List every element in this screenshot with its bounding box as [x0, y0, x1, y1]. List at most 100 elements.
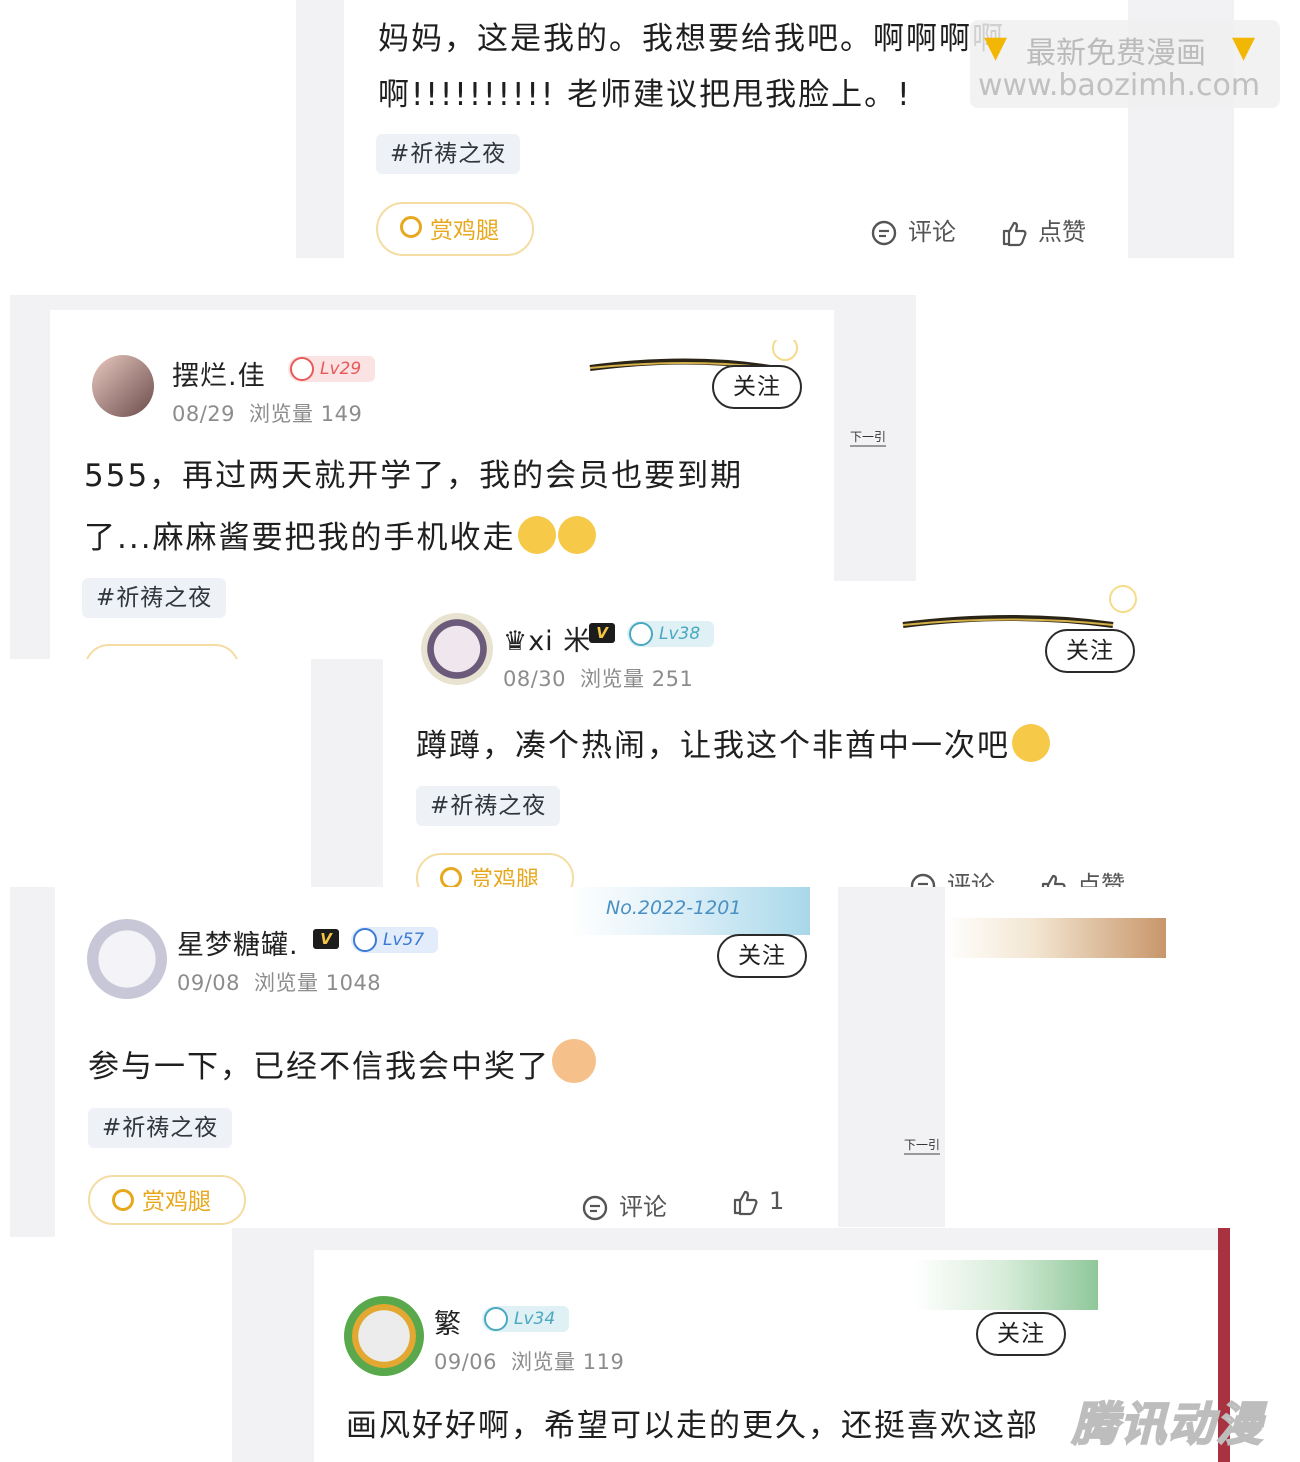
level-badge: Lv38 — [627, 621, 715, 647]
post-date: 08/29 — [172, 402, 236, 426]
drumstick-icon — [440, 867, 462, 887]
sad-emoji-icon — [1012, 724, 1050, 762]
reward-button[interactable] — [84, 644, 240, 659]
username[interactable]: 星梦糖罐. — [177, 923, 299, 962]
level-icon — [290, 357, 314, 381]
views-label: 浏览量 — [580, 667, 645, 691]
level-icon — [629, 622, 653, 646]
like-label: 点赞 — [1077, 871, 1125, 887]
like-button[interactable]: 1 — [731, 1187, 784, 1216]
thumbs-up-icon — [733, 1190, 758, 1216]
level-icon — [484, 1307, 508, 1331]
comment-body-text: 参与一下，已经不信我会中奖了 — [88, 1049, 550, 1085]
watermark-line-2: www.baozimh.com — [978, 68, 1261, 103]
drumstick-icon — [112, 1189, 134, 1211]
verified-v-badge: V — [589, 623, 615, 643]
like-button[interactable]: 点赞 — [1039, 865, 1125, 887]
face-sticker-icon — [552, 1039, 596, 1083]
views-count: 119 — [582, 1350, 625, 1374]
follow-button[interactable]: 关注 — [717, 934, 807, 978]
reward-button[interactable]: 赏鸡腿 — [376, 202, 534, 256]
level-text: Lv38 — [659, 624, 701, 644]
comment-body-line-1: 画风好好啊，希望可以走的更久，还挺喜欢这部 — [346, 1408, 1039, 1444]
site-watermark: 最新免费漫画 ▼ ▼ www.baozimh.com — [970, 20, 1280, 108]
post-date: 09/08 — [177, 971, 241, 995]
level-badge: Lv29 — [288, 356, 376, 382]
comment-body-line-1: 蹲蹲，凑个热闹，让我这个非酋中一次吧 — [416, 715, 1050, 777]
svg-text:✦: ✦ — [883, 611, 885, 627]
profile-banner-decoration — [945, 918, 1166, 958]
reward-label: 赏鸡腿 — [430, 218, 499, 244]
views-label: 浏览量 — [249, 402, 314, 426]
like-count: 1 — [769, 1187, 785, 1215]
crying-emoji-icon — [517, 516, 556, 554]
comment-icon — [871, 220, 897, 246]
thumbs-up-icon — [1041, 874, 1066, 887]
username[interactable]: 繁 — [434, 1302, 462, 1341]
verified-v-badge: V — [313, 929, 339, 949]
comment-body-line-2: 了...麻麻酱要把我的手机收走 — [84, 507, 596, 569]
comment-button[interactable]: 评论 — [581, 1187, 667, 1222]
post-date: 09/06 — [434, 1350, 498, 1374]
like-button[interactable]: 点赞 — [1000, 212, 1086, 247]
reward-label: 赏鸡腿 — [470, 867, 539, 887]
next-hint[interactable]: 下一引 — [904, 1136, 941, 1155]
views-count: 149 — [320, 402, 363, 426]
comment-body-line-2: 啊!!!!!!!!!! 老师建议把甩我脸上。! — [378, 77, 912, 113]
follow-button[interactable]: 关注 — [712, 365, 802, 409]
comment-body-text: 了...麻麻酱要把我的手机收走 — [84, 520, 516, 556]
post-date: 08/30 — [503, 667, 567, 691]
follow-button[interactable]: 关注 — [976, 1312, 1066, 1356]
topic-tag[interactable]: #祈祷之夜 — [82, 578, 227, 618]
crying-emoji-icon — [557, 516, 596, 554]
comment-label: 评论 — [947, 871, 995, 887]
views-count: 1048 — [325, 971, 382, 995]
post-meta: 08/30 浏览量 251 — [503, 663, 693, 693]
post-meta: 09/06 浏览量 119 — [434, 1346, 624, 1376]
avatar[interactable] — [87, 919, 167, 999]
comment-body-line-1: 妈妈，这是我的。我想要给我吧。啊啊啊啊 — [378, 21, 1005, 57]
level-icon — [353, 928, 377, 952]
pointing-down-icon: ▼ — [984, 30, 1008, 65]
views-label: 浏览量 — [254, 971, 319, 995]
username[interactable]: ♛xi 米 — [503, 619, 591, 658]
comment-icon — [910, 873, 936, 887]
reward-button[interactable]: 赏鸡腿 — [88, 1175, 246, 1225]
avatar[interactable] — [344, 1296, 424, 1376]
profile-banner-decoration — [914, 1260, 1098, 1310]
post-meta: 08/29 浏览量 149 — [172, 398, 362, 428]
profile-banner-decoration: ✦✦ — [823, 581, 1153, 636]
views-label: 浏览量 — [511, 1350, 576, 1374]
views-count: 251 — [651, 667, 694, 691]
topic-tag[interactable]: #祈祷之夜 — [88, 1108, 233, 1148]
comment-card-4: No.2022-1201 星梦糖罐. V Lv57 09/08 浏览量 1048 … — [55, 887, 838, 1227]
thumbs-up-icon — [1002, 221, 1027, 247]
comment-button[interactable]: 评论 — [909, 865, 995, 887]
reward-button[interactable]: 赏鸡腿 — [416, 853, 574, 887]
next-hint[interactable]: 下一引 — [850, 428, 887, 447]
comment-label: 评论 — [908, 218, 956, 246]
pointing-down-icon: ▼ — [1232, 30, 1256, 65]
avatar[interactable] — [421, 613, 493, 685]
watermark-line-1: 最新免费漫画 — [1026, 36, 1206, 71]
avatar[interactable] — [92, 355, 154, 417]
topic-tag[interactable]: #祈祷之夜 — [416, 786, 561, 826]
topic-tag[interactable]: #祈祷之夜 — [376, 134, 521, 174]
profile-banner-decoration: No.2022-1201 — [570, 887, 810, 935]
username[interactable]: 摆烂.佳 — [172, 354, 266, 393]
tencent-comics-logo: 腾讯动漫 — [1071, 1396, 1264, 1452]
comment-label: 评论 — [619, 1193, 667, 1221]
comment-body-text: 蹲蹲，凑个热闹，让我这个非酋中一次吧 — [416, 728, 1010, 764]
comment-icon — [582, 1195, 608, 1221]
level-badge: Lv57 — [351, 927, 439, 953]
like-label: 点赞 — [1038, 218, 1086, 246]
comment-body-line-1: 555，再过两天就开学了，我的会员也要到期 — [84, 458, 744, 494]
comment-body-line-1: 参与一下，已经不信我会中奖了 — [88, 1036, 596, 1098]
level-text: Lv34 — [514, 1309, 556, 1329]
level-badge: Lv34 — [482, 1306, 570, 1332]
comment-button[interactable]: 评论 — [870, 212, 956, 247]
level-text: Lv57 — [383, 930, 425, 950]
level-text: Lv29 — [320, 359, 362, 379]
drumstick-icon — [400, 216, 422, 238]
follow-button[interactable]: 关注 — [1045, 629, 1135, 673]
